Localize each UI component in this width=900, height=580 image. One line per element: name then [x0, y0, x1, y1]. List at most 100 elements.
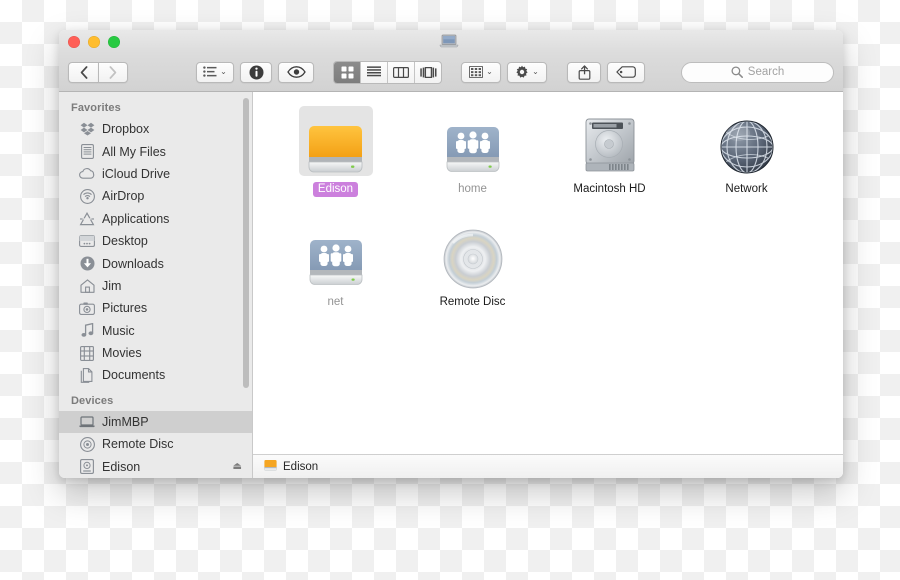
optical-disc-icon — [436, 219, 510, 289]
music-icon — [79, 323, 95, 339]
sidebar-item-documents[interactable]: Documents — [59, 364, 252, 386]
all-my-files-icon — [79, 144, 95, 160]
finder-sidebar: Favorites Dropbox All My Files iCloud Dr… — [59, 92, 253, 478]
chevron-down-icon: ⌄ — [532, 67, 539, 76]
file-item-label: Network — [725, 183, 768, 195]
columns-icon — [393, 66, 409, 78]
sidebar-item-icloud-drive[interactable]: iCloud Drive — [59, 163, 252, 185]
shared-folder-drive-icon — [299, 219, 373, 289]
finder-content-area: Edison home Macintosh HD Network net Rem… — [253, 92, 843, 478]
file-item-edison[interactable]: Edison — [267, 104, 404, 217]
sidebar-item-label: Jim — [102, 278, 122, 293]
file-item-label: Edison — [312, 182, 359, 197]
info-button[interactable] — [240, 61, 272, 83]
sidebar-item-label: Dropbox — [102, 122, 150, 137]
file-item-home[interactable]: home — [404, 104, 541, 217]
search-icon — [731, 66, 743, 78]
gear-icon — [516, 65, 528, 78]
airdrop-icon — [79, 188, 95, 204]
file-item-network[interactable]: Network — [678, 104, 815, 217]
sidebar-item-airdrop[interactable]: AirDrop — [59, 185, 252, 207]
coverflow-icon — [419, 66, 436, 78]
navigation-buttons — [68, 61, 128, 83]
share-button[interactable] — [567, 61, 601, 83]
action-menu-button[interactable]: ⌄ — [507, 61, 547, 83]
finder-window: ⌄ ⌄ ⌄ Search Favorites Dropbox All My Fi… — [59, 30, 843, 478]
file-item-label: home — [458, 183, 487, 195]
documents-icon — [79, 367, 95, 383]
sidebar-item-label: Edison — [102, 459, 141, 474]
tag-icon — [616, 66, 636, 78]
group-by-dropdown-button[interactable]: ⌄ — [461, 61, 501, 83]
list-lines-icon — [203, 66, 217, 77]
home-icon — [79, 278, 95, 294]
back-button[interactable] — [68, 61, 98, 83]
info-circle-icon — [249, 65, 263, 79]
window-title-proxy[interactable] — [59, 34, 843, 53]
sidebar-item-jim[interactable]: Jim — [59, 275, 252, 297]
sidebar-item-label: Downloads — [102, 256, 164, 271]
sidebar-item-label: Music — [102, 323, 135, 338]
sidebar-item-edison[interactable]: Edison ⏏ — [59, 455, 252, 477]
disc-icon — [79, 436, 95, 452]
sidebar-item-remote-disc[interactable]: Remote Disc — [59, 433, 252, 455]
sidebar-item-applications[interactable]: Applications — [59, 208, 252, 230]
macbook-icon — [439, 34, 459, 53]
window-body: Favorites Dropbox All My Files iCloud Dr… — [59, 92, 843, 478]
icon-view-grid: Edison home Macintosh HD Network net Rem… — [253, 92, 843, 454]
file-item-label: Macintosh HD — [573, 183, 646, 195]
eye-icon — [286, 66, 306, 78]
file-item-remote-disc[interactable]: Remote Disc — [404, 217, 541, 330]
sidebar-section-header-devices: Devices — [71, 394, 114, 407]
quicklook-button[interactable] — [278, 61, 314, 83]
icloud-icon — [79, 166, 95, 182]
sidebar-item-pictures[interactable]: Pictures — [59, 297, 252, 319]
view-mode-segmented-control[interactable] — [333, 60, 442, 84]
chevron-right-icon — [109, 65, 117, 79]
sidebar-scrollbar[interactable] — [243, 98, 249, 388]
eject-button[interactable]: ⏏ — [233, 461, 242, 472]
view-mode-coverflow-button[interactable] — [415, 62, 441, 83]
file-item-label: net — [327, 296, 344, 308]
group-grid-icon — [469, 66, 484, 78]
sidebar-item-label: Remote Disc — [102, 437, 174, 452]
chevron-left-icon — [80, 65, 87, 79]
sidebar-section-header-favorites: Favorites — [71, 102, 121, 114]
sidebar-item-label: Desktop — [102, 234, 148, 249]
tag-button[interactable] — [607, 61, 645, 83]
sidebar-item-label: All My Files — [102, 144, 166, 159]
sidebar-item-desktop[interactable]: Desktop — [59, 230, 252, 252]
file-item-macintosh-hd[interactable]: Macintosh HD — [541, 104, 678, 217]
sidebar-item-label: JimMBP — [102, 414, 149, 429]
view-mode-list-button[interactable] — [361, 61, 388, 83]
harddisk-icon — [79, 459, 95, 475]
applications-icon — [79, 211, 95, 227]
network-globe-icon — [710, 106, 784, 176]
pictures-icon — [79, 300, 95, 316]
movies-icon — [79, 345, 95, 361]
sidebar-item-all-my-files[interactable]: All My Files — [59, 140, 252, 162]
sidebar-item-music[interactable]: Music — [59, 320, 252, 342]
view-mode-column-button[interactable] — [388, 61, 415, 83]
sidebar-item-downloads[interactable]: Downloads — [59, 252, 252, 274]
sidebar-item-jimmbp[interactable]: JimMBP — [59, 410, 252, 434]
view-mode-icon-button[interactable] — [334, 61, 361, 83]
forward-button[interactable] — [98, 61, 128, 83]
arrange-dropdown-button[interactable]: ⌄ — [196, 61, 234, 83]
desktop-icon — [79, 233, 95, 249]
sidebar-item-movies[interactable]: Movies — [59, 342, 252, 364]
search-field[interactable]: Search — [681, 61, 834, 83]
window-titlebar — [59, 30, 843, 53]
finder-status-bar: Edison — [253, 454, 843, 478]
chevron-down-icon: ⌄ — [486, 67, 493, 76]
lines-icon — [367, 66, 381, 77]
finder-toolbar: ⌄ ⌄ ⌄ Search — [59, 53, 843, 92]
sidebar-item-label: Documents — [102, 368, 166, 383]
sidebar-item-label: iCloud Drive — [102, 166, 171, 181]
file-item-label: Remote Disc — [439, 296, 506, 308]
file-item-net[interactable]: net — [267, 217, 404, 330]
shared-folder-drive-icon — [436, 106, 510, 176]
sidebar-item-dropbox[interactable]: Dropbox — [59, 118, 252, 140]
sidebar-item-label: Movies — [102, 346, 142, 361]
external-drive-orange-icon — [298, 106, 373, 176]
